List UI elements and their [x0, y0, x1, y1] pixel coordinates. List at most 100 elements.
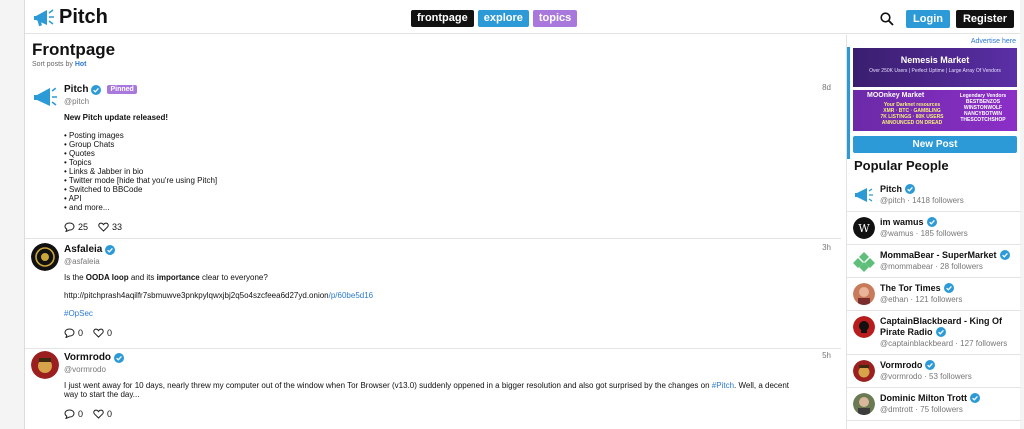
pinned-badge: Pinned [107, 85, 137, 94]
post-item: Vormrodo @vormrodo I just went away for … [25, 351, 841, 429]
like-button[interactable]: 0 [93, 409, 112, 419]
post-body: Asfaleia @asfaleia Is the OODA loop and … [64, 243, 834, 338]
list-item[interactable]: The Tor Times @ethan · 121 followers [847, 278, 1021, 311]
list-item[interactable]: MommaBear - SuperMarket @mommabear · 28 … [847, 245, 1021, 278]
list-item: • Quotes [64, 149, 95, 158]
comment-icon [64, 222, 75, 232]
post-time: 3h [822, 243, 831, 252]
post-body: Vormrodo @vormrodo I just went away for … [64, 351, 834, 419]
avatar [853, 393, 875, 415]
post-text: Is the OODA loop and its importance clea… [64, 273, 268, 282]
verified-icon [935, 327, 946, 337]
comment-button[interactable]: 25 [64, 222, 88, 232]
comment-count: 0 [78, 328, 84, 338]
login-button[interactable]: Login [906, 10, 950, 28]
logo[interactable]: Pitch [33, 6, 108, 29]
post-time: 8d [822, 83, 831, 92]
list-item: • Switched to BBCode [64, 185, 143, 194]
banner-title: Nemesis Market [900, 55, 970, 65]
top-actions: Login Register [880, 10, 1014, 28]
sidebar: Advertise here Nemesis Market Over 250K … [846, 35, 1021, 429]
person-name: Dominic Milton Trott [880, 393, 967, 403]
comment-count: 25 [78, 222, 89, 232]
list-item[interactable]: Dominic Milton Trott @dmtrott · 75 follo… [847, 388, 1021, 421]
person-meta: @dmtrott · 75 followers [880, 405, 963, 414]
megaphone-icon [34, 8, 54, 26]
list-item[interactable]: Vormrodo @vormrodo · 53 followers [847, 355, 1021, 388]
like-count: 0 [107, 409, 113, 419]
hashtag-link[interactable]: #OpSec [64, 309, 834, 318]
new-post-button[interactable]: New Post [853, 136, 1017, 153]
register-button[interactable]: Register [955, 10, 1014, 28]
like-count: 0 [107, 328, 113, 338]
verified-icon [999, 250, 1010, 260]
post-handle[interactable]: @vormrodo [64, 365, 834, 374]
top-bar: Pitch frontpage explore topics Login Reg… [25, 0, 1020, 34]
post-author-line: Pitch Pinned [64, 83, 834, 96]
nav-tabs: frontpage explore topics [411, 10, 578, 27]
person-info: Dominic Milton Trott @dmtrott · 75 follo… [880, 393, 1020, 414]
ad-banner-nemesis[interactable]: Nemesis Market Over 250K Users | Perfect… [853, 48, 1017, 87]
avatar[interactable] [31, 83, 59, 111]
list-item: • Links & Jabber in bio [64, 167, 144, 176]
avatar [853, 184, 875, 206]
comment-count: 0 [78, 409, 84, 419]
tab-explore[interactable]: explore [477, 10, 529, 27]
person-info: The Tor Times @ethan · 121 followers [880, 283, 1020, 304]
verified-icon [114, 352, 125, 363]
hashtag-link[interactable]: #Pitch [712, 381, 734, 390]
post-handle[interactable]: @pitch [64, 97, 834, 106]
list-item: • API [64, 194, 82, 203]
post-author[interactable]: Pitch [64, 84, 88, 95]
post-handle[interactable]: @asfaleia [64, 257, 834, 266]
like-count: 33 [112, 222, 123, 232]
sort-selector[interactable]: Sort posts by Hot [32, 61, 86, 68]
banner-left-text: Your Darknet resources XMR · BTC · GAMBL… [880, 102, 944, 126]
post-author[interactable]: Vormrodo [64, 352, 111, 363]
post-author-line: Asfaleia [64, 243, 834, 256]
tab-frontpage[interactable]: frontpage [411, 10, 474, 27]
sort-value[interactable]: Hot [75, 61, 87, 68]
search-icon[interactable] [880, 12, 894, 26]
post-actions: 0 0 [64, 409, 834, 419]
person-name: CaptainBlackbeard - King Of [880, 316, 1003, 326]
heart-icon [93, 328, 104, 338]
list-item: • Posting images [64, 131, 124, 140]
like-button[interactable]: 33 [98, 222, 122, 232]
avatar[interactable] [31, 351, 59, 379]
avatar [853, 283, 875, 305]
list-item[interactable]: Pitch @pitch · 1418 followers [847, 179, 1021, 212]
list-item[interactable]: CaptainBlackbeard - King Of Pirate Radio… [847, 311, 1021, 355]
person-info: im wamus @wamus · 185 followers [880, 217, 1020, 238]
tab-topics[interactable]: topics [532, 10, 578, 27]
ad-banner-moonkey[interactable]: MOOnkey Market Your Darknet resources XM… [853, 90, 1017, 131]
verified-icon [926, 217, 937, 227]
avatar: W [853, 217, 875, 239]
post-link[interactable]: http://pitchprash4aqilfr7sbmuwve3pnkpylq… [64, 291, 834, 300]
post-content: I just went away for 10 days, nearly thr… [64, 381, 804, 399]
avatar[interactable] [31, 243, 59, 271]
person-info: Vormrodo @vormrodo · 53 followers [880, 360, 1020, 381]
list-item[interactable]: W im wamus @wamus · 185 followers [847, 212, 1021, 245]
banner-right-text: Legendary Vendors BESTBENZOS WINSTONWOLF… [959, 93, 1007, 123]
post-item: Asfaleia @asfaleia Is the OODA loop and … [25, 243, 841, 349]
logo-text: Pitch [59, 6, 108, 28]
avatar [853, 250, 875, 272]
post-headline: New Pitch update released! [64, 113, 169, 122]
verified-icon [905, 184, 916, 194]
post-body: Pitch Pinned @pitch New Pitch update rel… [64, 83, 834, 232]
person-meta: @ethan · 121 followers [880, 295, 963, 304]
verified-icon [970, 393, 980, 403]
post-author[interactable]: Asfaleia [64, 244, 102, 255]
list-item: • Group Chats [64, 140, 115, 149]
like-button[interactable]: 0 [93, 328, 112, 338]
comment-button[interactable]: 0 [64, 409, 83, 419]
ad-frame-divider [847, 47, 850, 159]
advertise-link[interactable]: Advertise here [971, 38, 1016, 45]
person-name-cont: Pirate Radio [880, 327, 933, 337]
verified-icon [925, 360, 936, 370]
list-item: • and more... [64, 203, 110, 212]
post-time: 5h [822, 351, 831, 360]
person-info: MommaBear - SuperMarket @mommabear · 28 … [880, 250, 1020, 271]
comment-button[interactable]: 0 [64, 328, 83, 338]
